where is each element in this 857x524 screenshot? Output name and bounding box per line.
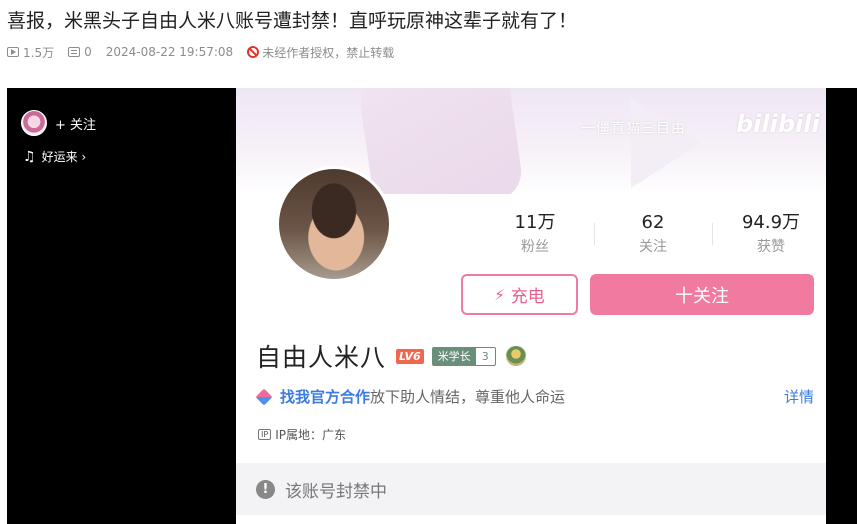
follow-button: 十关注 <box>590 274 814 315</box>
article-meta: 1.5万 0 2024-08-22 19:57:08 未经作者授权，禁止转载 <box>7 43 408 61</box>
profile-name: 自由人米八 <box>256 343 387 372</box>
banned-text: 该账号封禁中 <box>285 481 387 502</box>
profile-signature: 放下助人情结，尊重他人命运 <box>370 388 566 406</box>
stat-label: 关注 <box>639 239 667 255</box>
no-repost-icon <box>247 46 260 58</box>
charge-label: 充电 <box>510 287 545 307</box>
charge-button: ⚡ 充电 <box>461 274 578 315</box>
cooperation-link: 找我官方合作 <box>280 388 371 406</box>
comment-icon <box>68 47 81 57</box>
details-link: 详情 <box>783 388 814 406</box>
level-badge: LV6 <box>396 348 424 364</box>
views-stat: 1.5万 <box>7 44 54 61</box>
medal-level: 3 <box>481 349 489 363</box>
copyright-notice: 未经作者授权，禁止转载 <box>247 44 394 61</box>
profile-screenshot: 一僵直猫三目由 bilibili 11万 粉丝 62 关注 94.9万 获赞 ⚡… <box>236 88 826 524</box>
banner-decoration <box>356 88 526 194</box>
uploader-avatar[interactable] <box>21 110 47 136</box>
article-title: 喜报，米黑头子自由人米八账号遭封禁！直呼玩原神这辈子就有了！ <box>7 10 578 32</box>
profile-name-row: 自由人米八 LV6 米学长 3 <box>256 338 526 374</box>
warning-icon: ! <box>256 479 275 499</box>
stat-value: 94.9万 <box>741 212 801 233</box>
views-count: 1.5万 <box>23 45 55 60</box>
ip-icon: IP <box>258 429 272 440</box>
overlay-follow-button[interactable]: + 关注 <box>55 114 96 133</box>
stat-value: 11万 <box>514 212 556 233</box>
stat-label: 获赞 <box>757 239 785 255</box>
banned-notice: ! 该账号封禁中 <box>236 463 826 515</box>
video-player[interactable]: + 关注 ♫ 好运来 › 一僵直猫三目由 bilibili 11万 粉丝 62 … <box>7 88 857 524</box>
publish-datetime: 2024-08-22 19:57:08 <box>105 45 234 59</box>
cooperation-icon <box>255 388 273 405</box>
stat-label: 粉丝 <box>521 239 549 255</box>
stat-following: 62 关注 <box>594 210 712 258</box>
music-title[interactable]: 好运来 › <box>42 148 87 165</box>
uploader-follow[interactable]: + 关注 <box>21 110 96 136</box>
comments-stat: 0 <box>68 45 92 59</box>
comments-count: 0 <box>84 45 92 59</box>
medal-name: 米学长 <box>432 347 476 365</box>
music-tag[interactable]: ♫ 好运来 › <box>23 148 86 165</box>
profile-stats: 11万 粉丝 62 关注 94.9万 获赞 <box>476 210 826 258</box>
pendant-icon <box>505 346 526 366</box>
profile-signature-row: 找我官方合作 放下助人情结，尊重他人命运 详情 <box>255 386 814 407</box>
ip-location-text: IP属地：广东 <box>275 428 346 442</box>
copyright-text: 未经作者授权，禁止转载 <box>262 45 395 60</box>
stat-value: 62 <box>641 212 665 233</box>
bilibili-logo: bilibili <box>736 110 820 138</box>
profile-avatar <box>276 166 392 282</box>
banner-watermark: 一僵直猫三目由 <box>581 121 686 137</box>
banner-play-shape <box>631 98 701 188</box>
play-icon <box>7 47 19 57</box>
music-note-icon: ♫ <box>23 148 36 165</box>
lightning-icon: ⚡ <box>494 285 505 304</box>
stat-likes: 94.9万 获赞 <box>712 210 826 258</box>
ip-location: IP IP属地：广东 <box>258 426 346 443</box>
stat-fans: 11万 粉丝 <box>476 210 594 258</box>
fan-medal: 米学长 3 <box>431 346 496 366</box>
